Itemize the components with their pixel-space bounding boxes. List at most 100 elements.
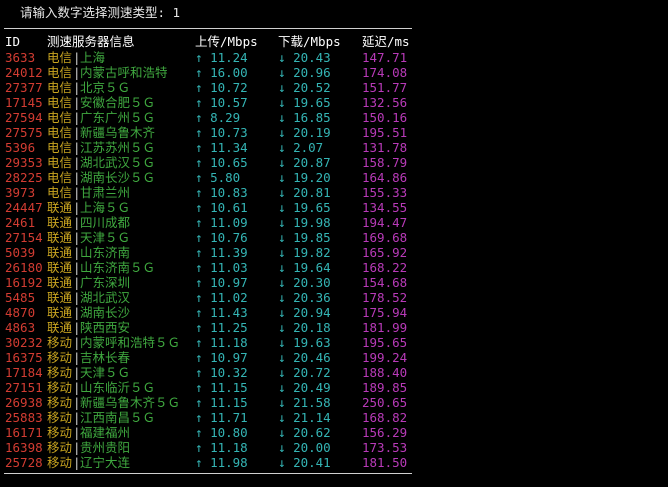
download-speed: ↓ 20.18 xyxy=(278,320,331,335)
server-id: 2461 xyxy=(5,215,36,230)
latency-value: 175.94 xyxy=(362,305,408,320)
server-location: 福建福州 xyxy=(80,425,131,440)
upload-value: 10.97 xyxy=(210,275,248,290)
upload-value: 11.34 xyxy=(210,140,248,155)
download-value: 19.98 xyxy=(293,215,331,230)
header-latency: 延迟/ms xyxy=(362,34,410,49)
upload-speed: ↑ 11.02 xyxy=(195,290,248,305)
server-location: 新疆乌鲁木齐 xyxy=(80,125,156,140)
up-arrow-icon: ↑ xyxy=(195,290,203,305)
upload-value: 11.09 xyxy=(210,215,248,230)
server-location: 内蒙呼和浩特５Ｇ xyxy=(80,335,181,350)
download-value: 20.19 xyxy=(293,125,331,140)
server-location: 广东广州５Ｇ xyxy=(80,110,156,125)
terminal-window[interactable]: 请输入数字选择测速类型: 1 ID 测速服务器信息 上传/Mbps 下载/Mbp… xyxy=(0,0,668,487)
download-speed: ↓ 20.96 xyxy=(278,65,331,80)
server-id: 16192 xyxy=(5,275,43,290)
result-row: 5485 联通 | 湖北武汉 ↑ 11.02 ↓ 20.36 178.52 xyxy=(0,290,420,305)
latency-value: 158.79 xyxy=(362,155,408,170)
latency-value: 195.51 xyxy=(362,125,408,140)
header-id: ID xyxy=(5,34,21,49)
result-row: 26938 移动 | 新疆乌鲁木齐５Ｇ ↑ 11.15 ↓ 21.58 250.65 xyxy=(0,395,420,410)
upload-speed: ↑ 16.00 xyxy=(195,65,248,80)
result-row: 16192 联通 | 广东深圳 ↑ 10.97 ↓ 20.30 154.68 xyxy=(0,275,420,290)
upload-value: 5.80 xyxy=(210,170,241,185)
up-arrow-icon: ↑ xyxy=(195,185,203,200)
download-speed: ↓ 20.62 xyxy=(278,425,331,440)
up-arrow-icon: ↑ xyxy=(195,335,203,350)
result-row: 3973 电信 | 甘肃兰州 ↑ 10.83 ↓ 20.81 155.33 xyxy=(0,185,420,200)
server-location: 上海 xyxy=(80,50,106,65)
download-speed: ↓ 2.07 xyxy=(278,140,323,155)
down-arrow-icon: ↓ xyxy=(278,410,286,425)
speedtest-type-prompt: 请输入数字选择测速类型: 1 xyxy=(20,5,181,20)
download-value: 19.20 xyxy=(293,170,331,185)
latency-value: 194.47 xyxy=(362,215,408,230)
isp-name: 电信 xyxy=(47,95,73,110)
isp-name: 移动 xyxy=(47,350,73,365)
isp-name: 移动 xyxy=(47,425,73,440)
down-arrow-icon: ↓ xyxy=(278,365,286,380)
latency-value: 132.56 xyxy=(362,95,408,110)
up-arrow-icon: ↑ xyxy=(195,155,203,170)
download-value: 20.18 xyxy=(293,320,331,335)
upload-value: 11.24 xyxy=(210,50,248,65)
server-location: 甘肃兰州 xyxy=(80,185,131,200)
down-arrow-icon: ↓ xyxy=(278,245,286,260)
isp-name: 移动 xyxy=(47,335,73,350)
up-arrow-icon: ↑ xyxy=(195,365,203,380)
down-arrow-icon: ↓ xyxy=(278,110,286,125)
download-value: 20.36 xyxy=(293,290,331,305)
download-speed: ↓ 20.41 xyxy=(278,455,331,470)
server-location: 上海５Ｇ xyxy=(80,200,131,215)
download-speed: ↓ 19.65 xyxy=(278,200,331,215)
result-row: 27377 电信 | 北京５Ｇ ↑ 10.72 ↓ 20.52 151.77 xyxy=(0,80,420,95)
result-row: 29353 电信 | 湖北武汉５Ｇ ↑ 10.65 ↓ 20.87 158.79 xyxy=(0,155,420,170)
isp-name: 联通 xyxy=(47,260,73,275)
server-location: 四川成都 xyxy=(80,215,131,230)
upload-speed: ↑ 11.09 xyxy=(195,215,248,230)
down-arrow-icon: ↓ xyxy=(278,65,286,80)
upload-speed: ↑ 10.73 xyxy=(195,125,248,140)
upload-speed: ↑ 10.76 xyxy=(195,230,248,245)
upload-value: 10.97 xyxy=(210,350,248,365)
server-id: 5039 xyxy=(5,245,36,260)
result-row: 4870 联通 | 湖南长沙 ↑ 11.43 ↓ 20.94 175.94 xyxy=(0,305,420,320)
upload-value: 10.57 xyxy=(210,95,248,110)
isp-name: 电信 xyxy=(47,185,73,200)
isp-name: 电信 xyxy=(47,80,73,95)
upload-speed: ↑ 10.61 xyxy=(195,200,248,215)
download-speed: ↓ 20.30 xyxy=(278,275,331,290)
download-value: 20.30 xyxy=(293,275,331,290)
header-server-info: 测速服务器信息 xyxy=(47,34,135,49)
latency-value: 189.85 xyxy=(362,380,408,395)
up-arrow-icon: ↑ xyxy=(195,275,203,290)
result-row: 30232 移动 | 内蒙呼和浩特５Ｇ ↑ 11.18 ↓ 19.63 195.65 xyxy=(0,335,420,350)
download-speed: ↓ 19.82 xyxy=(278,245,331,260)
upload-value: 10.61 xyxy=(210,200,248,215)
up-arrow-icon: ↑ xyxy=(195,455,203,470)
isp-name: 联通 xyxy=(47,320,73,335)
download-speed: ↓ 19.20 xyxy=(278,170,331,185)
download-speed: ↓ 19.65 xyxy=(278,95,331,110)
upload-value: 11.18 xyxy=(210,335,248,350)
up-arrow-icon: ↑ xyxy=(195,80,203,95)
server-id: 25883 xyxy=(5,410,43,425)
isp-name: 联通 xyxy=(47,305,73,320)
down-arrow-icon: ↓ xyxy=(278,215,286,230)
upload-speed: ↑ 10.80 xyxy=(195,425,248,440)
download-speed: ↓ 20.19 xyxy=(278,125,331,140)
result-row: 5396 电信 | 江苏苏州５Ｇ ↑ 11.34 ↓ 2.07 131.78 xyxy=(0,140,420,155)
isp-name: 电信 xyxy=(47,65,73,80)
up-arrow-icon: ↑ xyxy=(195,410,203,425)
down-arrow-icon: ↓ xyxy=(278,395,286,410)
latency-value: 250.65 xyxy=(362,395,408,410)
latency-value: 174.08 xyxy=(362,65,408,80)
upload-speed: ↑ 11.18 xyxy=(195,440,248,455)
isp-name: 移动 xyxy=(47,365,73,380)
result-row: 5039 联通 | 山东济南 ↑ 11.39 ↓ 19.82 165.92 xyxy=(0,245,420,260)
up-arrow-icon: ↑ xyxy=(195,350,203,365)
server-id: 27594 xyxy=(5,110,43,125)
server-location: 贵州贵阳 xyxy=(80,440,131,455)
upload-value: 11.98 xyxy=(210,455,248,470)
